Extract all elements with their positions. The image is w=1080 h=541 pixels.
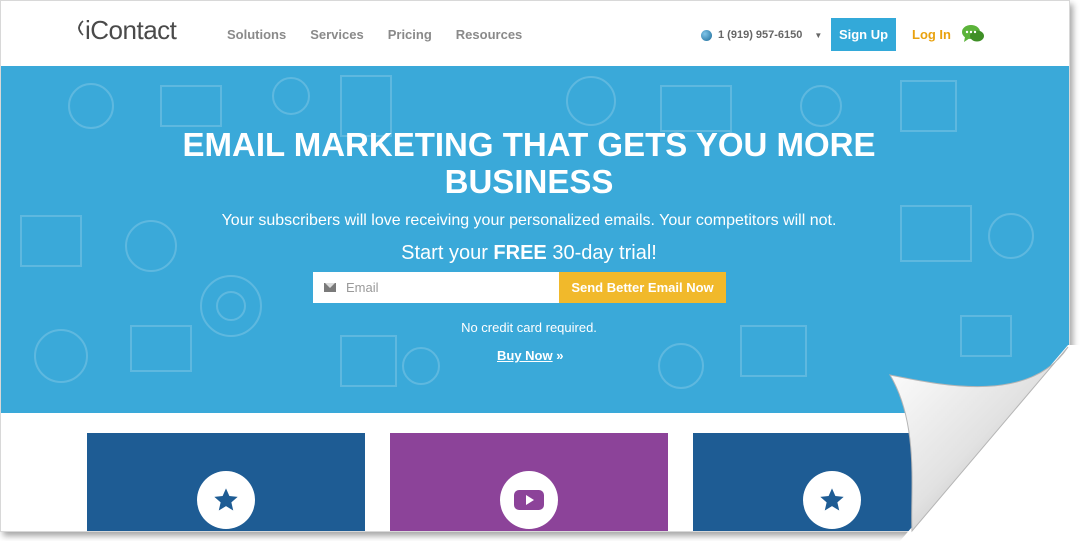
email-field[interactable] xyxy=(313,272,559,303)
icontact-logo[interactable]: iContact xyxy=(73,15,177,46)
phone-number: 1 (919) 957-6150 xyxy=(718,29,803,41)
feature-card-3-circle xyxy=(803,471,861,529)
hero-headline: EMAIL MARKETING THAT GETS YOU MORE BUSIN… xyxy=(1,126,1057,200)
chat-bubbles-icon[interactable] xyxy=(961,23,985,45)
star-icon xyxy=(820,488,844,511)
headline-line-2: BUSINESS xyxy=(444,163,614,200)
sign-up-button[interactable]: Sign Up xyxy=(831,18,896,51)
page-curl-decoration xyxy=(888,345,1080,541)
send-better-email-button[interactable]: Send Better Email Now xyxy=(559,272,726,303)
double-chevron-right-icon: » xyxy=(556,348,564,363)
feature-card-1-circle xyxy=(197,471,255,529)
star-icon xyxy=(214,488,238,511)
signal-waves-icon xyxy=(78,20,84,36)
trial-offer: Start your FREE 30-day trial! xyxy=(1,242,1057,265)
phone-selector[interactable]: 1 (919) 957-6150 ▼ xyxy=(701,29,822,41)
email-input[interactable] xyxy=(344,279,548,296)
headline-line-1: EMAIL MARKETING THAT GETS YOU MORE xyxy=(182,126,876,163)
chevron-down-icon: ▼ xyxy=(814,30,823,40)
feature-card-2-circle xyxy=(500,471,558,529)
log-in-link[interactable]: Log In xyxy=(912,27,951,42)
feature-card-2[interactable] xyxy=(390,433,668,531)
envelope-icon xyxy=(324,283,336,292)
trial-free: FREE xyxy=(493,242,547,264)
nav-resources[interactable]: Resources xyxy=(456,27,522,42)
nav-pricing[interactable]: Pricing xyxy=(388,27,432,42)
hero-subtitle: Your subscribers will love receiving you… xyxy=(221,212,837,229)
feature-card-1[interactable] xyxy=(87,433,365,531)
trial-suffix: 30-day trial! xyxy=(552,242,657,264)
nav-solutions[interactable]: Solutions xyxy=(227,27,286,42)
nav-services[interactable]: Services xyxy=(310,27,364,42)
video-play-icon xyxy=(514,490,544,510)
logo-text: iContact xyxy=(85,15,177,45)
main-nav: Solutions Services Pricing Resources xyxy=(227,27,522,42)
buy-now-label: Buy Now xyxy=(497,348,553,363)
site-header: iContact Solutions Services Pricing Reso… xyxy=(1,1,1069,66)
buy-now-link[interactable]: Buy Now » xyxy=(497,348,563,363)
globe-icon xyxy=(701,29,712,41)
trial-prefix: Start your xyxy=(401,242,488,264)
no-credit-card-note: No credit card required. xyxy=(461,320,597,335)
